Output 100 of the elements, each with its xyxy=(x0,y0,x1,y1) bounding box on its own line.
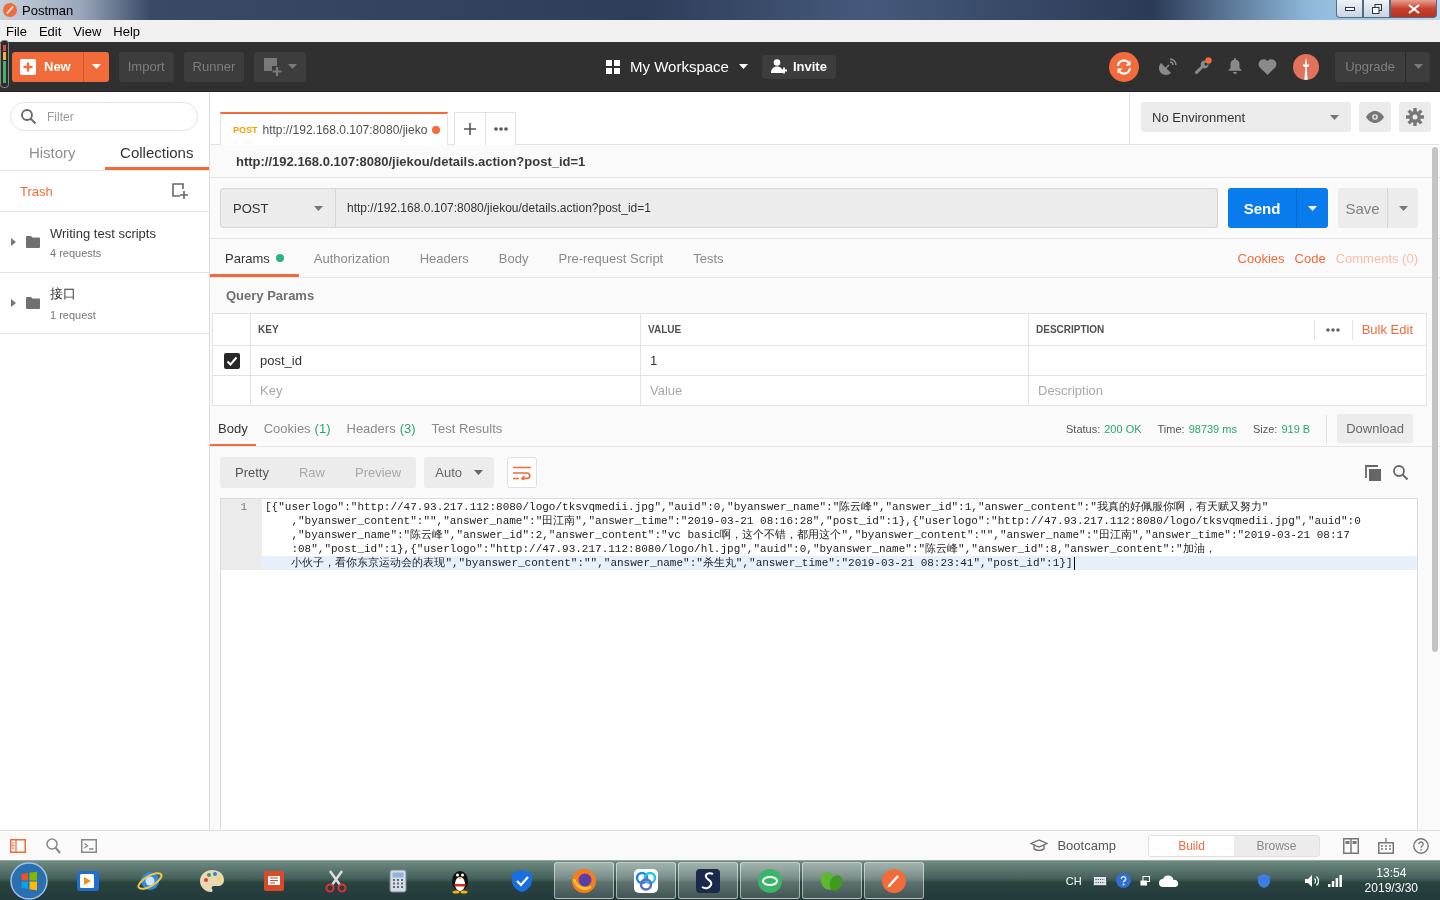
collection-name[interactable]: 接口 xyxy=(50,285,96,303)
value-field[interactable]: Value xyxy=(641,376,1029,406)
url-field[interactable]: http://192.168.0.107:8080/jiekou/details.action?post_id=1 xyxy=(336,188,1218,228)
line-number: 1 xyxy=(240,501,247,513)
response-tab[interactable]: Cookies (1) xyxy=(255,411,339,446)
taskbar-app-button[interactable] xyxy=(616,862,676,899)
restore-button[interactable] xyxy=(1363,0,1390,18)
request-option-tab[interactable]: Pre-request Script xyxy=(543,239,679,277)
input-language[interactable]: CH xyxy=(1065,874,1082,887)
wrench-icon[interactable] xyxy=(1193,57,1213,76)
keyboard-icon[interactable] xyxy=(1378,837,1394,854)
window-pair-icon[interactable] xyxy=(1139,875,1150,886)
menu-item[interactable]: Edit xyxy=(32,23,68,39)
help-icon[interactable] xyxy=(1115,873,1131,888)
menu-item[interactable]: File xyxy=(0,23,33,39)
new-dropdown-button[interactable] xyxy=(82,51,109,82)
minimize-button[interactable] xyxy=(1336,0,1363,18)
speaker-icon[interactable] xyxy=(1304,874,1319,887)
avatar-icon[interactable] xyxy=(1293,53,1320,80)
download-button[interactable]: Download xyxy=(1337,414,1413,443)
caret-icon[interactable] xyxy=(11,299,16,307)
save-button[interactable]: Save xyxy=(1338,188,1387,228)
new-collection-icon[interactable] xyxy=(172,183,188,199)
satellite-dish-icon[interactable] xyxy=(1159,57,1178,76)
wrap-lines-button[interactable] xyxy=(507,457,538,488)
format-select[interactable]: Auto xyxy=(424,457,495,488)
trash-link[interactable]: Trash xyxy=(20,183,53,199)
mode-tab[interactable]: Browse xyxy=(1234,835,1319,856)
keyboard-icon[interactable] xyxy=(1092,875,1107,886)
upgrade-button[interactable]: Upgrade xyxy=(1335,51,1405,82)
environment-select[interactable]: No Environment xyxy=(1141,102,1351,132)
menu-item[interactable]: View xyxy=(67,23,108,39)
menu-item[interactable]: Help xyxy=(107,23,147,39)
response-tab[interactable]: Test Results xyxy=(423,411,511,446)
view-mode-button[interactable]: Pretty xyxy=(220,457,284,488)
request-tab[interactable]: POST http://192.168.0.107:8080/jieko xyxy=(220,112,449,145)
bulk-edit-link[interactable]: Bulk Edit xyxy=(1352,322,1426,337)
send-dropdown-button[interactable] xyxy=(1296,188,1328,228)
copy-icon[interactable] xyxy=(1365,464,1381,481)
caret-icon[interactable] xyxy=(11,238,16,246)
request-option-tab[interactable]: Headers xyxy=(404,239,484,277)
toolbar-button[interactable]: Runner xyxy=(183,51,245,82)
window-title: Postman xyxy=(22,2,74,18)
request-option-tab[interactable]: Authorization xyxy=(298,239,405,277)
request-option-tab[interactable]: Params xyxy=(210,239,299,277)
console-icon[interactable] xyxy=(81,838,97,853)
response-tab[interactable]: Body xyxy=(210,411,256,446)
view-mode-button[interactable]: Raw xyxy=(283,457,340,488)
swoosh-icon xyxy=(694,866,722,895)
caret-icon xyxy=(1308,205,1317,211)
close-button[interactable] xyxy=(1390,0,1437,18)
more-button[interactable] xyxy=(1313,319,1353,340)
sync-icon[interactable] xyxy=(1109,51,1140,82)
header-link[interactable]: Code xyxy=(1294,250,1326,266)
view-mode-button[interactable]: Preview xyxy=(340,457,417,488)
help-icon[interactable] xyxy=(1413,837,1429,854)
folder-icon xyxy=(26,236,40,248)
bootcamp-button[interactable]: Bootcamp xyxy=(1030,838,1116,853)
header-link[interactable]: Cookies xyxy=(1237,250,1285,266)
collection-name[interactable]: Writing test scripts xyxy=(50,225,156,241)
checkbox[interactable] xyxy=(223,352,240,369)
plus-icon xyxy=(20,58,36,75)
send-button[interactable]: Send xyxy=(1228,188,1296,228)
column-header: VALUE xyxy=(641,314,1029,346)
scrollbar-thumb[interactable] xyxy=(1432,147,1438,652)
cloud-icon[interactable] xyxy=(1158,874,1179,887)
upgrade-dropdown-button[interactable] xyxy=(1405,51,1430,82)
heart-icon[interactable] xyxy=(1258,58,1278,75)
new-button[interactable]: New xyxy=(12,51,83,82)
workspace-button[interactable]: My Workspace xyxy=(606,51,748,82)
column-header: DESCRIPTION xyxy=(1035,323,1105,337)
invite-button[interactable]: Invite xyxy=(761,54,836,79)
new-window-button[interactable] xyxy=(254,51,307,82)
description-field[interactable]: Description xyxy=(1029,376,1427,406)
search-icon[interactable] xyxy=(1393,465,1408,480)
taskbar-app-button[interactable] xyxy=(740,862,800,899)
key-field[interactable]: Key xyxy=(251,376,641,406)
bell-icon[interactable] xyxy=(1228,58,1243,75)
toolbar-button[interactable]: Import xyxy=(118,51,174,82)
sidebar-tab[interactable]: History xyxy=(0,135,105,170)
quick-look-button[interactable] xyxy=(1359,102,1391,132)
folder-icon xyxy=(26,297,40,309)
taskbar-app-button[interactable] xyxy=(678,862,738,899)
response-tab[interactable]: Headers (3) xyxy=(338,411,424,446)
code-editor[interactable] xyxy=(220,498,1418,830)
shield-icon[interactable] xyxy=(1257,873,1270,888)
signal-icon[interactable] xyxy=(1327,874,1342,887)
start-orb-icon[interactable] xyxy=(9,861,48,900)
two-pane-icon[interactable] xyxy=(1343,837,1359,854)
request-option-tab[interactable]: Tests xyxy=(678,239,739,277)
code-line: ,"byanswer_name":"陈云峰","answer_id":2,"answer_content":"vc basic啊，这个不错，都用这个","byanswer_content":"","answer_name":"田江南","answer_time":"2019-03-21 08:17 xyxy=(291,528,1350,542)
rings-icon xyxy=(632,866,660,895)
settings-button[interactable] xyxy=(1399,102,1431,132)
sidebar-toggle-icon[interactable] xyxy=(10,838,26,853)
search-icon[interactable] xyxy=(46,837,61,854)
method-select[interactable]: POST xyxy=(220,188,336,228)
request-option-tab[interactable]: Body xyxy=(483,239,544,277)
code-line: ,"byanswer_content":"","answer_name":"田江南","answer_time":"2019-03-21 08:16:28","post_id":1},{"userlogo":"http://47.93.217.112:8080/logo/tksvqmedii.jpg","auid":0 xyxy=(291,514,1361,528)
mode-tab[interactable]: Build xyxy=(1149,835,1234,856)
filter-field[interactable]: Filter xyxy=(10,102,198,131)
